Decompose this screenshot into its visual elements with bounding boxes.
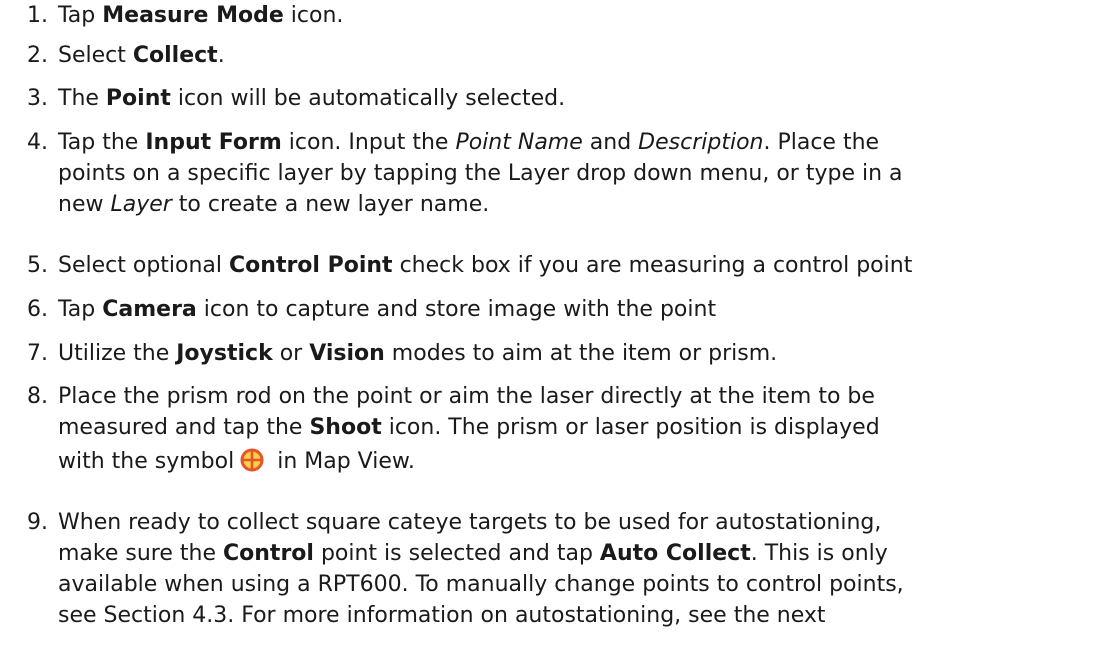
step-text: Tap Camera icon to capture and store ima… [58,297,717,322]
step-text: When ready to collect square cateye targ… [58,510,904,628]
step-text: Select Collect. [58,43,225,68]
crosshair-target-icon [240,448,264,472]
step-number: 3. [27,86,48,111]
step-number: 7. [27,341,48,366]
step-3: 3. The Point icon will be automatically … [0,83,565,114]
step-number: 4. [27,130,48,155]
step-7: 7. Utilize the Joystick or Vision modes … [0,338,777,369]
step-number: 8. [27,384,48,409]
step-6: 6. Tap Camera icon to capture and store … [0,294,716,325]
step-number: 6. [27,297,48,322]
step-9: 9. When ready to collect square cateye t… [0,507,904,631]
step-text: Utilize the Joystick or Vision modes to … [58,341,778,366]
step-1: 1. Tap Measure Mode icon. [0,0,343,31]
step-5: 5. Select optional Control Point check b… [0,250,912,281]
step-number: 9. [27,510,48,535]
step-number: 1. [27,3,48,28]
step-8: 8. Place the prism rod on the point or a… [0,381,880,477]
step-text: Place the prism rod on the point or aim … [58,384,880,474]
step-text: The Point icon will be automatically sel… [58,86,566,111]
step-2: 2. Select Collect. [0,40,225,71]
step-text: Tap the Input Form icon. Input the Point… [58,130,903,217]
step-number: 2. [27,43,48,68]
step-4: 4. Tap the Input Form icon. Input the Po… [0,127,903,220]
step-number: 5. [27,253,48,278]
step-text: Select optional Control Point check box … [58,253,913,278]
step-text: Tap Measure Mode icon. [58,3,344,28]
